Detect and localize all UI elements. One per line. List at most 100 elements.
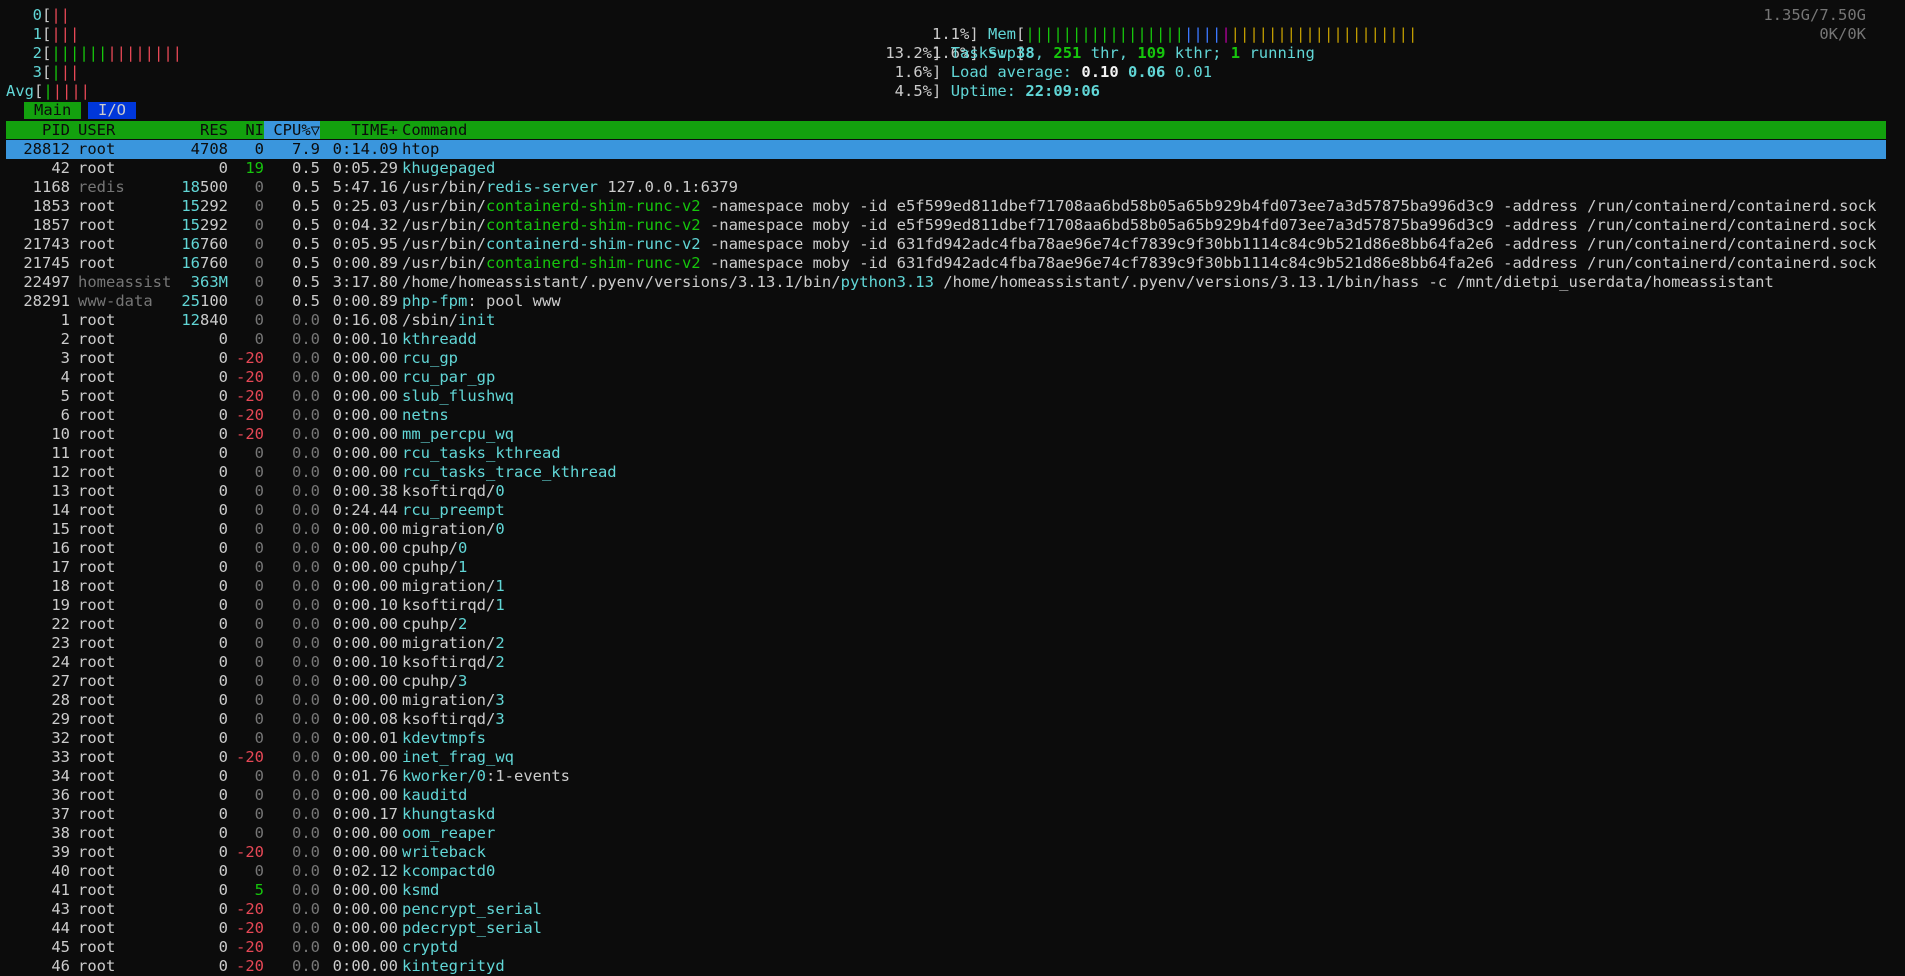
cell-command: migration/2 bbox=[402, 634, 505, 653]
table-row[interactable]: 22497 homeassist 363M 0 0.5 3:17.80/home/home… bbox=[6, 273, 1886, 292]
cell-time: 0:14.09 bbox=[332, 140, 398, 158]
cell-time: 0:00.00 bbox=[332, 938, 398, 956]
table-row[interactable]: 1857 root 15292 0 0.5 0:04.32/usr/bin/contain… bbox=[6, 216, 1886, 235]
table-row[interactable]: 46 root 0 -20 0.0 0:00.00 kintegrityd bbox=[6, 957, 1886, 976]
cell-time: 0:00.00 bbox=[332, 691, 398, 709]
cell-res: 0 bbox=[218, 672, 228, 690]
tab-io[interactable]: I/O bbox=[88, 102, 136, 119]
table-row[interactable]: 17 root 0 0 0.0 0:00.00 cpuhp/1 bbox=[6, 558, 1886, 577]
table-row[interactable]: 4 root 0 -20 0.0 0:00.00 rcu_par_gp bbox=[6, 368, 1886, 387]
table-row[interactable]: 28291 www-data 25100 0 0.5 0:00.89 php-fpm: po… bbox=[6, 292, 1886, 311]
cell-res: 0 bbox=[218, 463, 228, 481]
table-row[interactable]: 11 root 0 0 0.0 0:00.00 rcu_tasks_kthread bbox=[6, 444, 1886, 463]
cell-cpu: 0.0 bbox=[292, 330, 320, 348]
tab-main[interactable]: Main bbox=[24, 102, 82, 119]
table-row[interactable]: 45 root 0 -20 0.0 0:00.00 cryptd bbox=[6, 938, 1886, 957]
command-part: /usr/bin/ bbox=[402, 235, 486, 253]
cell-ni: -20 bbox=[236, 919, 264, 937]
table-row[interactable]: 40 root 0 0 0.0 0:02.12 kcompactd0 bbox=[6, 862, 1886, 881]
table-row[interactable]: 21745 root 16760 0 0.5 0:00.89/usr/bin/contai… bbox=[6, 254, 1886, 273]
table-row[interactable]: 34 root 0 0 0.0 0:01.76 kworker/0:1-events bbox=[6, 767, 1886, 786]
cell-pid: 46 bbox=[51, 957, 70, 975]
table-row[interactable]: 1 root 12840 0 0.0 0:16.08/sbin/init bbox=[6, 311, 1886, 330]
cell-cpu: 0.0 bbox=[292, 577, 320, 595]
table-row[interactable]: 19 root 0 0 0.0 0:00.10 ksoftirqd/1 bbox=[6, 596, 1886, 615]
cell-command: slub_flushwq bbox=[402, 387, 514, 406]
table-row[interactable]: 38 root 0 0 0.0 0:00.00 oom_reaper bbox=[6, 824, 1886, 843]
table-row[interactable]: 18 root 0 0 0.0 0:00.00 migration/1 bbox=[6, 577, 1886, 596]
command-part: : pool www bbox=[467, 292, 561, 310]
table-row[interactable]: 28812 root 4708 0 7.9 0:14.09 htop bbox=[6, 140, 1886, 159]
cell-time: 0:00.00 bbox=[332, 786, 398, 804]
table-row[interactable]: 13 root 0 0 0.0 0:00.38 ksoftirqd/0 bbox=[6, 482, 1886, 501]
table-row[interactable]: 41 root 0 5 0.0 0:00.00 ksmd bbox=[6, 881, 1886, 900]
table-row[interactable]: 36 root 0 0 0.0 0:00.00 kauditd bbox=[6, 786, 1886, 805]
column-pid[interactable]: PID bbox=[6, 121, 70, 139]
column-cpu-sorted[interactable]: CPU%▽ bbox=[264, 121, 320, 139]
table-row[interactable]: 2 root 0 0 0.0 0:00.10 kthreadd bbox=[6, 330, 1886, 349]
table-row[interactable]: 12 root 0 0 0.0 0:00.00 rcu_tasks_trace_kthrea… bbox=[6, 463, 1886, 482]
cell-command: ksoftirqd/0 bbox=[402, 482, 505, 501]
command-part: ksoftirqd/ bbox=[402, 653, 496, 671]
cell-pid: 22497 bbox=[23, 273, 70, 291]
cell-time: 0:16.08 bbox=[332, 311, 398, 329]
command-part: php-fpm bbox=[402, 292, 468, 310]
table-row[interactable]: 6 root 0 -20 0.0 0:00.00 netns bbox=[6, 406, 1886, 425]
table-row[interactable]: 29 root 0 0 0.0 0:00.08 ksoftirqd/3 bbox=[6, 710, 1886, 729]
cell-cpu: 0.0 bbox=[292, 805, 320, 823]
table-row[interactable]: 5 root 0 -20 0.0 0:00.00 slub_flushwq bbox=[6, 387, 1886, 406]
cpu-bar: || bbox=[60, 63, 80, 81]
bracket-open: [ bbox=[42, 25, 52, 43]
table-row[interactable]: 10 root 0 -20 0.0 0:00.00 mm_percpu_wq bbox=[6, 425, 1886, 444]
cell-pid: 17 bbox=[51, 558, 70, 576]
table-row[interactable]: 21743 root 16760 0 0.5 0:05.95/usr/bin/contai… bbox=[6, 235, 1886, 254]
column-time[interactable]: TIME+ bbox=[328, 121, 398, 139]
cell-ni: 0 bbox=[254, 311, 264, 329]
table-row[interactable]: 16 root 0 0 0.0 0:00.00 cpuhp/0 bbox=[6, 539, 1886, 558]
table-row[interactable]: 14 root 0 0 0.0 0:24.44 rcu_preempt bbox=[6, 501, 1886, 520]
cell-time: 0:00.00 bbox=[332, 425, 398, 443]
cell-ni: 0 bbox=[254, 634, 264, 652]
column-ni[interactable]: NI bbox=[228, 121, 264, 139]
command-part: 1 bbox=[495, 577, 505, 595]
cell-cpu: 0.0 bbox=[292, 634, 320, 652]
table-row[interactable]: 42 root 0 19 0.5 0:05.29 khugepaged bbox=[6, 159, 1886, 178]
table-row[interactable]: 28 root 0 0 0.0 0:00.00 migration/3 bbox=[6, 691, 1886, 710]
table-row[interactable]: 44 root 0 -20 0.0 0:00.00 pdecrypt_serial bbox=[6, 919, 1886, 938]
table-row[interactable]: 37 root 0 0 0.0 0:00.17 khungtaskd bbox=[6, 805, 1886, 824]
column-res[interactable]: RES bbox=[136, 121, 228, 139]
cell-res: 0 bbox=[218, 539, 228, 557]
table-row[interactable]: 15 root 0 0 0.0 0:00.00 migration/0 bbox=[6, 520, 1886, 539]
cell-pid: 3 bbox=[60, 349, 70, 367]
cell-time: 0:00.00 bbox=[332, 520, 398, 538]
table-row[interactable]: 43 root 0 -20 0.0 0:00.00 pencrypt_serial bbox=[6, 900, 1886, 919]
cell-command: /home/homeassistant/.pyenv/versions/3.13… bbox=[402, 273, 1774, 292]
cell-ni: 0 bbox=[254, 444, 264, 462]
cell-command: /usr/bin/containerd-shim-runc-v2 -namesp… bbox=[402, 216, 1876, 235]
cell-res: 0 bbox=[218, 957, 228, 975]
table-row[interactable]: 39 root 0 -20 0.0 0:00.00 writeback bbox=[6, 843, 1886, 862]
table-row[interactable]: 3 root 0 -20 0.0 0:00.00 rcu_gp bbox=[6, 349, 1886, 368]
table-row[interactable]: 1853 root 15292 0 0.5 0:25.03/usr/bin/contain… bbox=[6, 197, 1886, 216]
cell-ni: 19 bbox=[245, 159, 264, 177]
cell-time: 0:00.00 bbox=[332, 387, 398, 405]
command-part: kdevtmpfs bbox=[402, 729, 486, 747]
table-row[interactable]: 32 root 0 0 0.0 0:00.01 kdevtmpfs bbox=[6, 729, 1886, 748]
cell-time: 0:00.00 bbox=[332, 881, 398, 899]
table-row[interactable]: 33 root 0 -20 0.0 0:00.00 inet_frag_wq bbox=[6, 748, 1886, 767]
cell-res: 18500 bbox=[181, 178, 228, 196]
cell-pid: 42 bbox=[51, 159, 70, 177]
column-command[interactable]: Command bbox=[402, 121, 467, 139]
cell-command: khungtaskd bbox=[402, 805, 495, 824]
table-row[interactable]: 22 root 0 0 0.0 0:00.00 cpuhp/2 bbox=[6, 615, 1886, 634]
command-part: slub_flushwq bbox=[402, 387, 514, 405]
cell-ni: -20 bbox=[236, 938, 264, 956]
table-row[interactable]: 1168 redis 18500 0 0.5 5:47.16/usr/bin/redis-… bbox=[6, 178, 1886, 197]
cell-res: 15292 bbox=[181, 216, 228, 234]
cpu-meter-1: 1[||| bbox=[6, 25, 266, 44]
command-part: init bbox=[458, 311, 496, 329]
table-row[interactable]: 23 root 0 0 0.0 0:00.00 migration/2 bbox=[6, 634, 1886, 653]
table-row[interactable]: 24 root 0 0 0.0 0:00.10 ksoftirqd/2 bbox=[6, 653, 1886, 672]
cell-command: kintegrityd bbox=[402, 957, 505, 976]
table-row[interactable]: 27 root 0 0 0.0 0:00.00 cpuhp/3 bbox=[6, 672, 1886, 691]
